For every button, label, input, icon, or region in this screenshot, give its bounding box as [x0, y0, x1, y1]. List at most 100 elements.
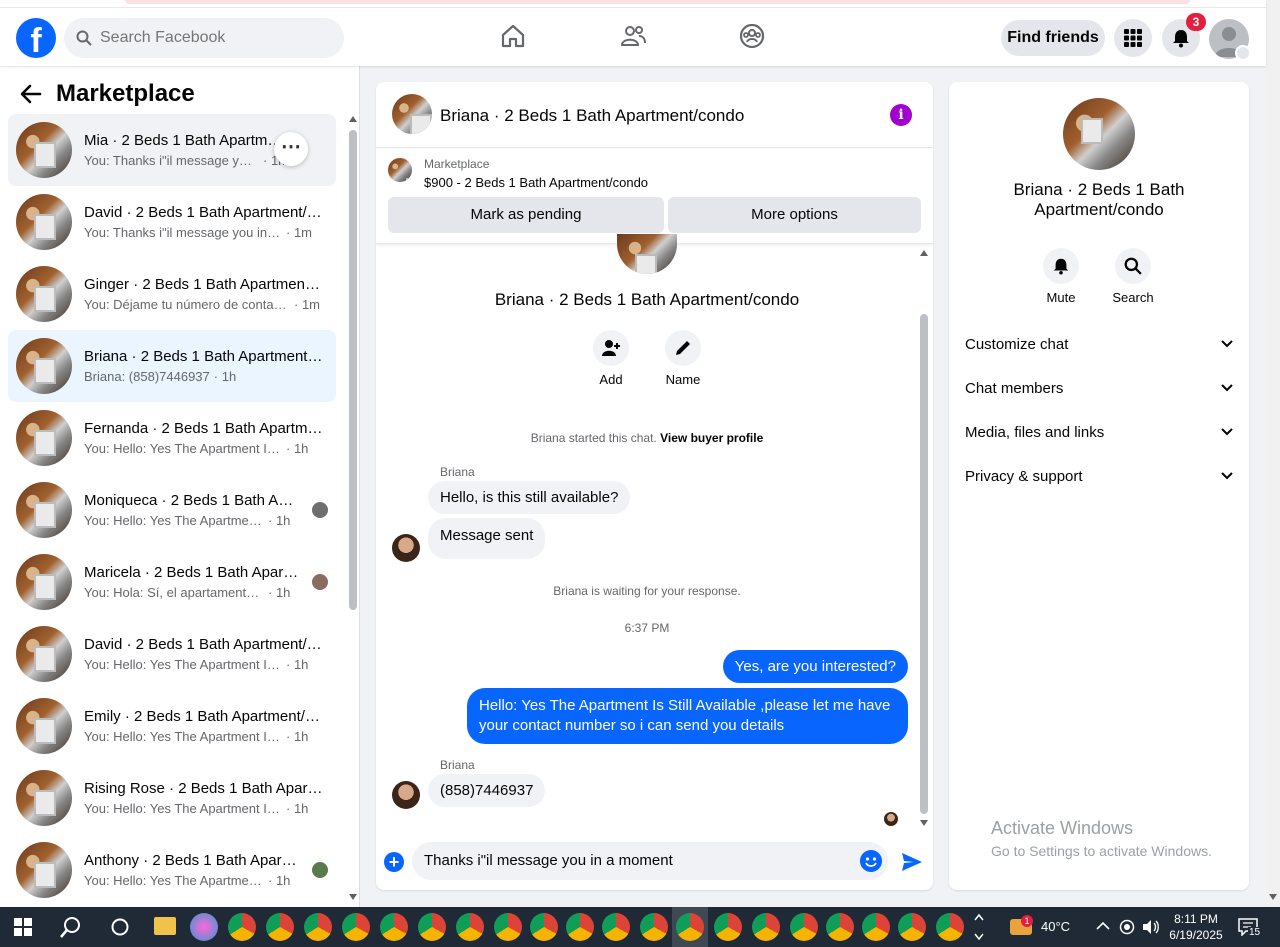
conversation-item[interactable]: Maricela · 2 Beds 1 Bath Apartment/condo… [8, 546, 336, 618]
more-options-button[interactable]: More options [668, 197, 921, 233]
mark-as-pending-button[interactable]: Mark as pending [388, 197, 664, 233]
taskbar-search-icon[interactable] [60, 916, 82, 938]
conversation-name: Ginger · 2 Beds 1 Bath Apartment/condo [84, 276, 324, 293]
conversation-item[interactable]: Fernanda · 2 Beds 1 Bath Apartment/condo… [8, 402, 336, 474]
plus-icon[interactable]: + [384, 852, 404, 872]
incoming-message[interactable]: Hello, is this still available? [428, 481, 631, 514]
file-explorer-icon[interactable] [154, 917, 176, 935]
weather-badge: 1 [1021, 915, 1033, 927]
volume-icon[interactable] [1142, 919, 1160, 935]
chat-title[interactable]: Briana · 2 Beds 1 Bath Apartment/condo [440, 106, 744, 126]
outgoing-message[interactable]: Yes, are you interested? [722, 650, 908, 683]
chrome-icon[interactable] [342, 913, 370, 941]
chrome-icon[interactable] [494, 913, 522, 941]
sender-avatar[interactable] [392, 781, 420, 809]
paint-app-icon[interactable] [190, 913, 218, 941]
conversation-item-selected[interactable]: Briana · 2 Beds 1 Bath Apartment/condo B… [8, 330, 336, 402]
message-input-box[interactable] [412, 842, 888, 880]
conversation-item[interactable]: Anthony · 2 Beds 1 Bath Apartment/condo … [8, 834, 336, 906]
name-action[interactable]: Name [653, 330, 713, 387]
location-icon[interactable] [1119, 919, 1135, 935]
listing-mini-thumbnail[interactable] [388, 158, 412, 182]
conversation-item[interactable]: David · 2 Beds 1 Bath Apartment/condo Yo… [8, 618, 336, 690]
outgoing-message[interactable]: Hello: Yes The Apartment Is Still Availa… [467, 688, 908, 744]
account-chevron-icon[interactable] [1235, 45, 1251, 61]
window-scrollbar[interactable] [1266, 0, 1280, 907]
chrome-icon[interactable] [266, 913, 294, 941]
chevron-up-icon[interactable] [1096, 921, 1110, 931]
temperature[interactable]: 40°C [1041, 919, 1070, 934]
taskbar-scroll-arrows-icon[interactable] [974, 911, 984, 943]
chrome-icon[interactable] [862, 913, 890, 941]
scroll-down-icon[interactable] [1269, 894, 1277, 900]
scrollbar-thumb[interactable] [920, 314, 928, 814]
customize-chat-section[interactable]: Customize chat [965, 334, 1233, 354]
friends-icon[interactable] [619, 22, 647, 50]
scroll-up-icon[interactable] [349, 116, 357, 122]
search-action[interactable]: Search [1103, 248, 1163, 305]
menu-grid-button[interactable] [1114, 19, 1152, 57]
clock[interactable]: 8:11 PM 6/19/2025 [1168, 911, 1224, 943]
chrome-icon[interactable] [228, 913, 256, 941]
conversation-more-button[interactable]: ⋯ [274, 132, 308, 166]
incoming-message[interactable]: Message sent [428, 518, 546, 559]
info-icon[interactable]: i [890, 104, 912, 126]
facebook-logo-icon[interactable]: f [16, 18, 56, 58]
incoming-message[interactable]: (858)7446937 [428, 774, 546, 807]
conversation-item[interactable]: Ginger · 2 Beds 1 Bath Apartment/condo Y… [8, 258, 336, 330]
message-input[interactable] [424, 852, 844, 869]
chrome-icon[interactable] [304, 913, 332, 941]
listing-price-title[interactable]: $900 - 2 Beds 1 Bath Apartment/condo [424, 175, 648, 190]
chrome-icon[interactable] [790, 913, 818, 941]
conversation-preview: Briana: (858)7446937 · 1h [84, 369, 237, 384]
chrome-icon[interactable] [602, 913, 630, 941]
scrollbar-thumb[interactable] [349, 130, 357, 610]
chrome-icon[interactable] [530, 913, 558, 941]
cortana-icon[interactable] [110, 917, 130, 937]
scroll-down-icon[interactable] [349, 894, 357, 900]
mute-label: Mute [1046, 290, 1076, 305]
privacy-support-section[interactable]: Privacy & support [965, 466, 1233, 486]
details-avatar[interactable] [1063, 98, 1135, 170]
scroll-up-icon[interactable] [920, 250, 928, 256]
scroll-down-icon[interactable] [920, 820, 928, 826]
chrome-icon[interactable] [752, 913, 780, 941]
send-icon[interactable] [900, 850, 924, 874]
search-input[interactable] [100, 29, 320, 47]
home-icon[interactable] [499, 22, 527, 50]
chrome-icon[interactable] [936, 913, 964, 941]
chat-pane: Briana · 2 Beds 1 Bath Apartment/condo i… [376, 82, 933, 890]
media-files-links-section[interactable]: Media, files and links [965, 422, 1233, 442]
view-buyer-profile-link[interactable]: View buyer profile [660, 431, 763, 445]
conversation-item[interactable]: David · 2 Beds 1 Bath Apartment/condo Yo… [8, 186, 336, 258]
chat-scrollbar[interactable] [917, 248, 931, 828]
chrome-icon[interactable] [676, 913, 704, 941]
chrome-icon[interactable] [566, 913, 594, 941]
chrome-icon[interactable] [380, 913, 408, 941]
conversation-item[interactable]: Moniqueca · 2 Beds 1 Bath Apartment/cond… [8, 474, 336, 546]
sender-avatar[interactable] [392, 534, 420, 562]
find-friends-button[interactable]: Find friends [1001, 20, 1105, 56]
back-arrow-icon[interactable] [20, 83, 42, 105]
chrome-icon[interactable] [640, 913, 668, 941]
conversation-item[interactable]: Rising Rose · 2 Beds 1 Bath Apartment/co… [8, 762, 336, 834]
add-action[interactable]: Add [581, 330, 641, 387]
chat-members-section[interactable]: Chat members [965, 378, 1233, 398]
listing-thumbnail [16, 554, 72, 610]
chat-avatar[interactable] [392, 94, 432, 134]
chrome-icon[interactable] [826, 913, 854, 941]
windows-start-icon[interactable] [14, 918, 32, 936]
chrome-icon[interactable] [898, 913, 926, 941]
groups-icon[interactable] [738, 22, 766, 50]
conversation-list-scrollbar[interactable] [346, 116, 359, 904]
emoji-icon[interactable] [860, 850, 882, 872]
details-name: Briana · 2 Beds 1 Bath Apartment/condo [1013, 180, 1185, 219]
chrome-icon[interactable] [418, 913, 446, 941]
chrome-icon[interactable] [456, 913, 484, 941]
mute-action[interactable]: Mute [1031, 248, 1091, 305]
chrome-icon[interactable] [714, 913, 742, 941]
waiting-notice: Briana is waiting for your response. [553, 584, 741, 598]
search-box[interactable] [64, 18, 344, 58]
conversation-item[interactable]: Emily · 2 Beds 1 Bath Apartment/condo Yo… [8, 690, 336, 762]
top-navigation-bar: f Find friends 3 [0, 0, 1266, 66]
